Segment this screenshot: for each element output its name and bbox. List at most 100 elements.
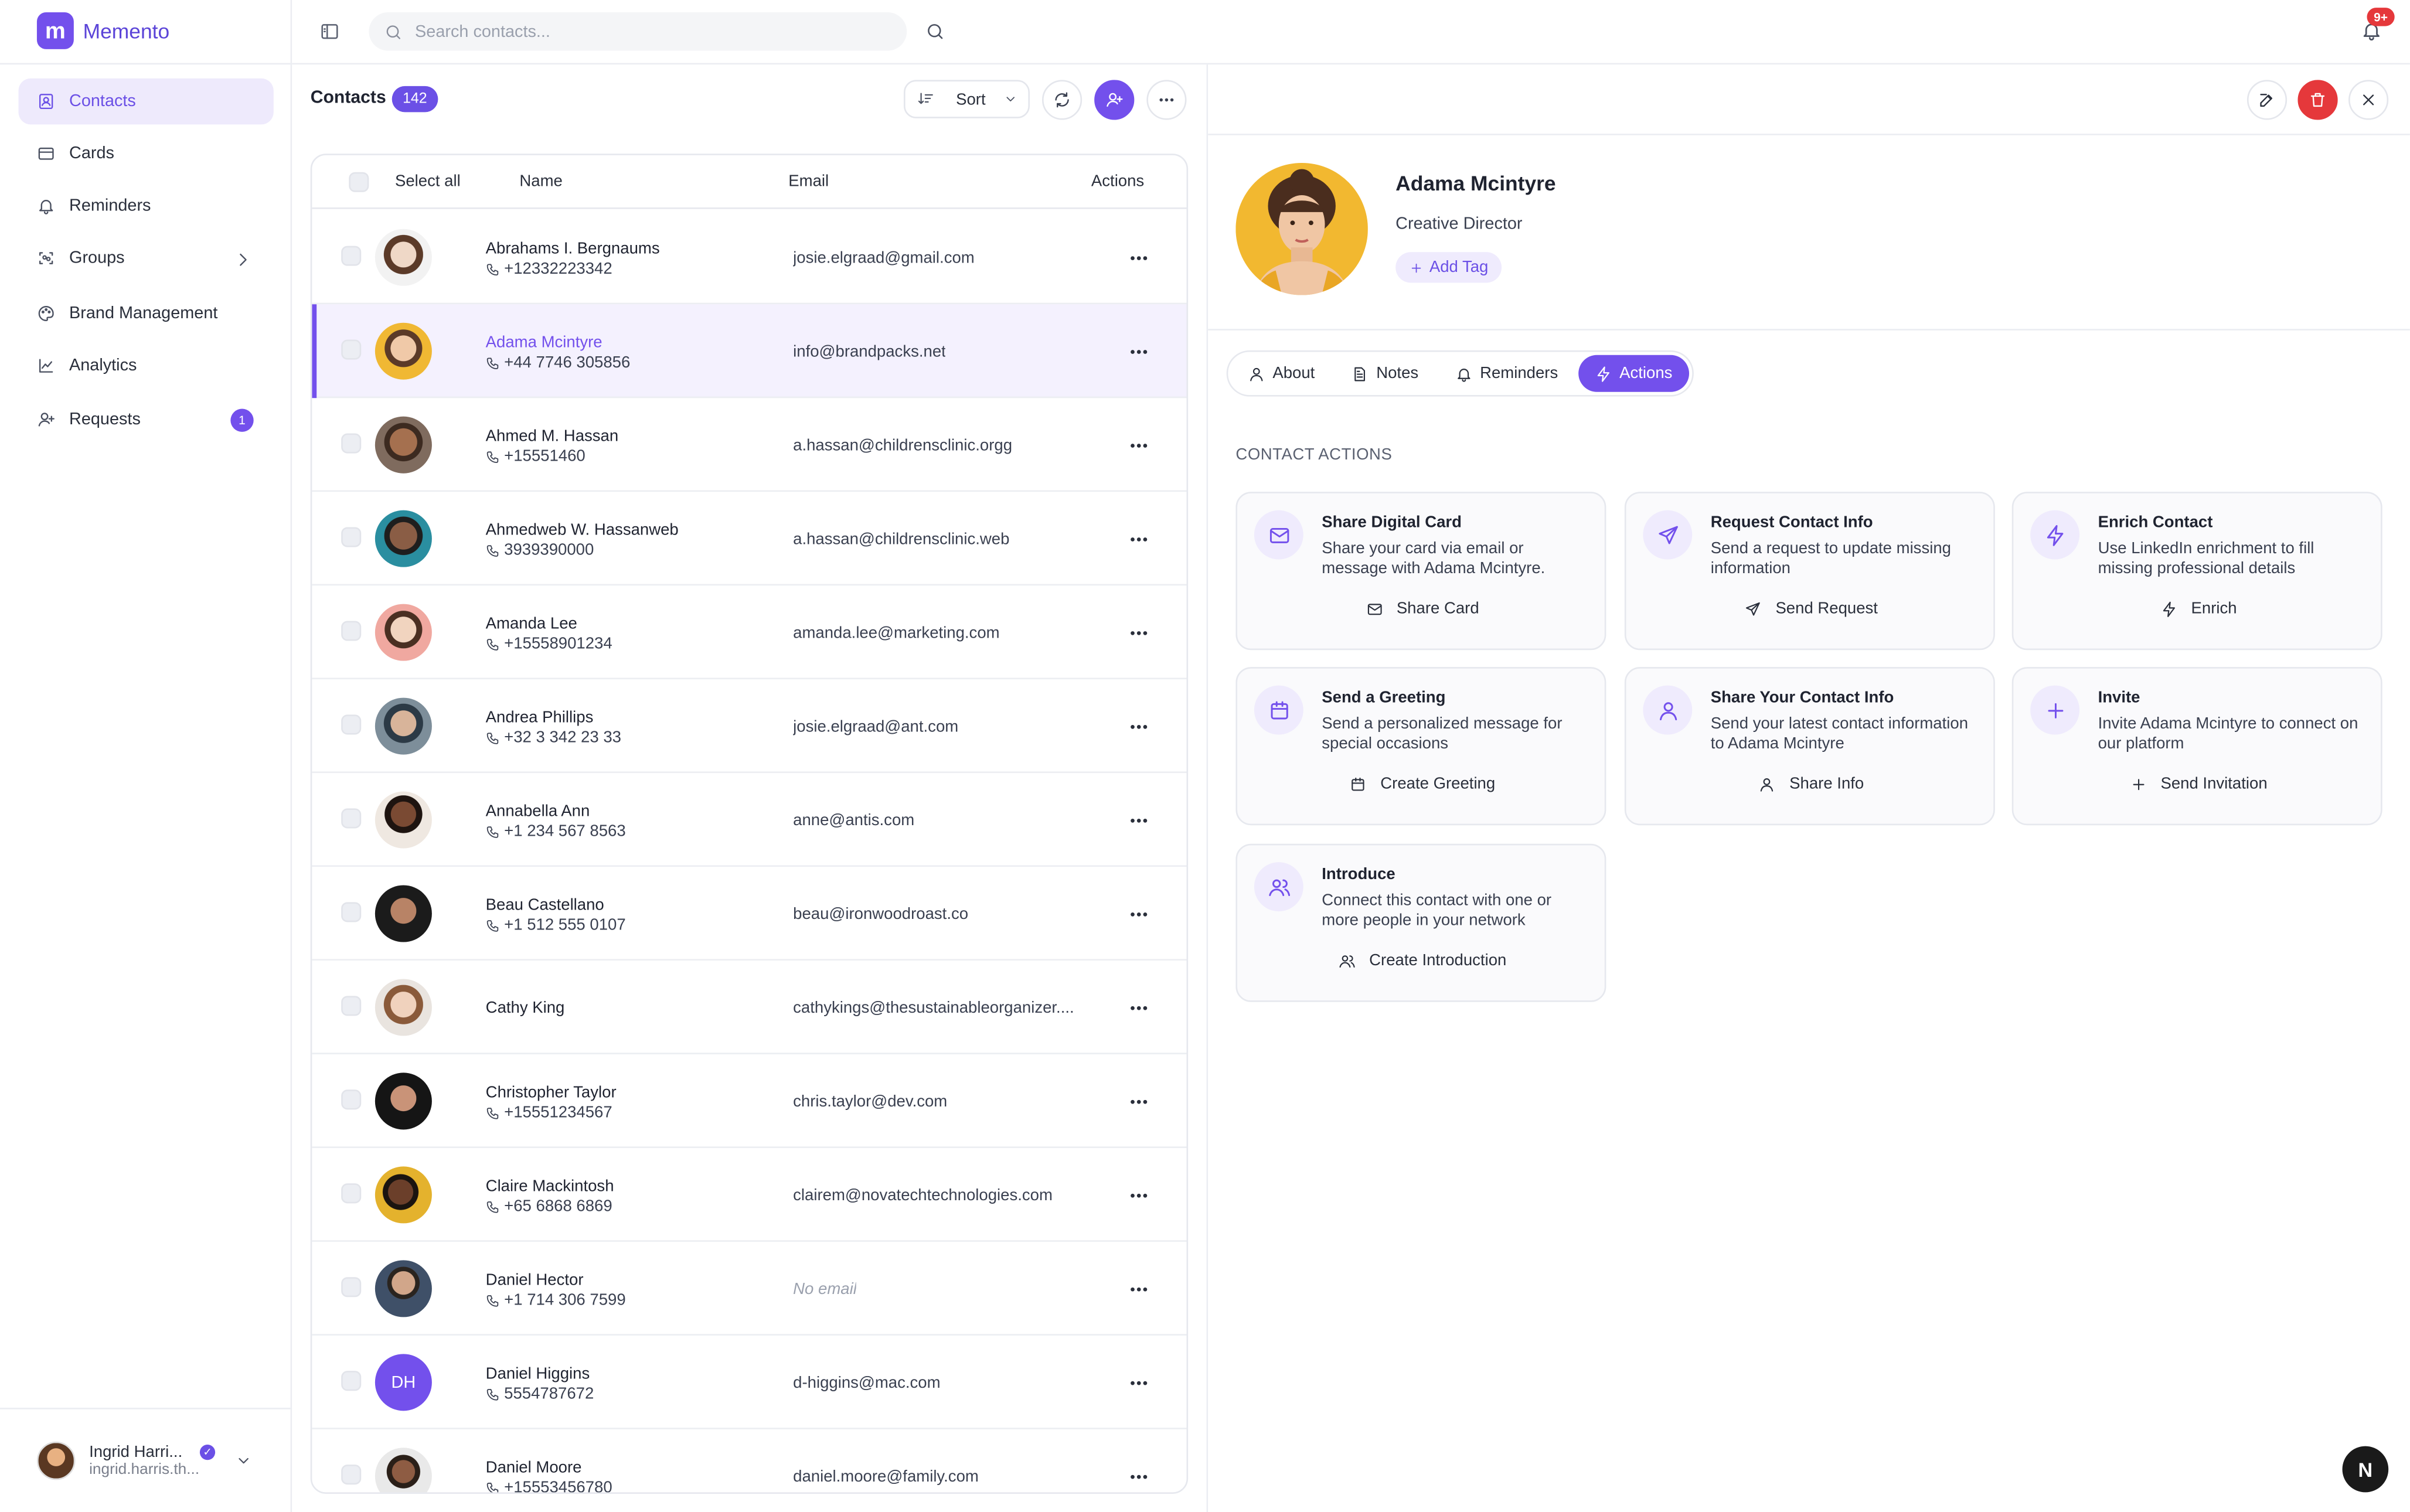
phone-text: +1 714 306 7599 <box>504 1290 626 1310</box>
send-invitation-button[interactable]: Send Invitation <box>2013 775 2384 793</box>
table-row[interactable]: Christopher Taylor +15551234567 chris.ta… <box>312 1054 1187 1148</box>
page-title: Contacts <box>310 89 386 108</box>
tab-label: Reminders <box>1480 364 1558 383</box>
more-horizontal-icon[interactable] <box>1128 810 1150 832</box>
search-input[interactable] <box>415 22 876 41</box>
row-checkbox[interactable] <box>341 1371 362 1391</box>
more-options-button[interactable] <box>1146 80 1187 120</box>
table-row[interactable]: Annabella Ann +1 234 567 8563 anne@antis… <box>312 773 1187 867</box>
sidebar-item-label: Analytics <box>69 356 137 375</box>
sidebar-item-brand-management[interactable]: Brand Management <box>18 291 273 337</box>
row-checkbox[interactable] <box>341 339 362 360</box>
more-horizontal-icon[interactable] <box>1128 904 1150 925</box>
tab-about[interactable]: About <box>1231 355 1332 392</box>
refresh-button[interactable] <box>1041 80 1083 120</box>
row-checkbox[interactable] <box>341 714 362 735</box>
table-row[interactable]: Ahmed M. Hassan +15551460 a.hassan@child… <box>312 398 1187 492</box>
app-logo[interactable]: m Memento <box>36 12 169 49</box>
contact-email: daniel.moore@family.com <box>793 1467 979 1486</box>
more-horizontal-icon[interactable] <box>1128 1279 1150 1300</box>
user-menu[interactable]: Ingrid Harri... ✓ ingrid.harris.th... <box>36 1441 267 1482</box>
row-checkbox[interactable] <box>341 527 362 547</box>
table-row[interactable]: Beau Castellano +1 512 555 0107 beau@iro… <box>312 867 1187 961</box>
portrait-image <box>1235 162 1368 295</box>
create-greeting-button[interactable]: Create Greeting <box>1237 775 1608 793</box>
more-horizontal-icon[interactable] <box>1128 247 1150 269</box>
add-contact-button[interactable] <box>1094 80 1135 120</box>
sidebar-item-label: Cards <box>69 144 114 163</box>
table-row[interactable]: Ahmedweb W. Hassanweb 3939390000 a.hassa… <box>312 492 1187 586</box>
close-button[interactable] <box>2348 80 2389 120</box>
table-row[interactable]: Abrahams I. Bergnaums +12332223342 josie… <box>312 210 1187 305</box>
sort-button[interactable]: Sort <box>903 80 1030 118</box>
more-horizontal-icon[interactable] <box>1128 1185 1150 1207</box>
contact-name: Daniel Moore <box>485 1458 582 1477</box>
sidebar-item-contacts[interactable]: Contacts <box>18 78 274 125</box>
palette-icon <box>38 305 54 321</box>
more-horizontal-icon[interactable] <box>1128 1373 1150 1394</box>
row-checkbox[interactable] <box>341 1183 362 1204</box>
row-checkbox[interactable] <box>341 1089 362 1110</box>
row-checkbox[interactable] <box>341 1465 362 1485</box>
tab-notes[interactable]: Notes <box>1335 355 1435 392</box>
more-horizontal-icon[interactable] <box>1128 435 1150 457</box>
search-bar <box>369 12 907 51</box>
add-tag-button[interactable]: Add Tag <box>1395 252 1502 283</box>
sidebar-item-cards[interactable]: Cards <box>18 131 273 177</box>
contact-email: clairem@novatechtechnologies.com <box>793 1186 1053 1205</box>
table-row[interactable]: Daniel Moore +15553456780 daniel.moore@f… <box>312 1429 1186 1493</box>
sidebar-item-analytics[interactable]: Analytics <box>18 343 273 389</box>
chart-icon <box>39 359 53 373</box>
sidebar-item-requests[interactable]: Requests 1 <box>18 397 273 443</box>
select-all-label[interactable]: Select all <box>395 172 461 190</box>
row-checkbox[interactable] <box>341 433 362 454</box>
share-card-button[interactable]: Share Card <box>1237 600 1608 618</box>
more-horizontal-icon[interactable] <box>1128 1091 1150 1113</box>
enrich-button[interactable]: Enrich <box>2013 600 2384 618</box>
verified-icon: ✓ <box>199 1445 216 1460</box>
row-checkbox[interactable] <box>341 902 362 922</box>
sidebar-toggle-icon[interactable] <box>319 22 339 42</box>
column-header-email[interactable]: Email <box>788 172 829 190</box>
card-description: Invite Adama Mcintyre to connect on our … <box>2098 714 2358 752</box>
contact-name: Beau Castellano <box>485 895 604 915</box>
table-row[interactable]: Cathy King cathykings@thesustainableorga… <box>312 961 1187 1054</box>
row-checkbox[interactable] <box>341 808 362 829</box>
more-horizontal-icon[interactable] <box>1128 341 1150 363</box>
more-horizontal-icon[interactable] <box>1128 529 1150 550</box>
more-horizontal-icon[interactable] <box>1128 1466 1150 1488</box>
row-checkbox[interactable] <box>341 1277 362 1298</box>
avatar <box>375 1166 432 1224</box>
sidebar-item-groups[interactable]: Groups <box>18 235 273 281</box>
table-row[interactable]: DH Daniel Higgins 5554787672 d-higgins@m… <box>312 1336 1187 1429</box>
table-row[interactable]: Adama Mcintyre +44 7746 305856 info@bran… <box>312 304 1187 399</box>
send-request-button[interactable]: Send Request <box>1626 600 1996 618</box>
create-introduction-button[interactable]: Create Introduction <box>1237 951 1608 970</box>
table-row[interactable]: Daniel Hector +1 714 306 7599 No email <box>312 1242 1187 1336</box>
phone-icon <box>486 451 499 462</box>
table-row[interactable]: Andrea Phillips +32 3 342 23 33 josie.el… <box>312 679 1187 774</box>
share-info-button[interactable]: Share Info <box>1626 775 1996 793</box>
table-row[interactable]: Amanda Lee +15558901234 amanda.lee@marke… <box>312 585 1187 680</box>
sidebar-item-reminders[interactable]: Reminders <box>18 183 273 229</box>
tab-actions[interactable]: Actions <box>1578 355 1690 392</box>
dev-tools-badge[interactable]: N <box>2342 1446 2389 1493</box>
tab-reminders[interactable]: Reminders <box>1438 355 1575 392</box>
phone-text: +1 512 555 0107 <box>504 915 626 935</box>
row-checkbox[interactable] <box>341 246 362 266</box>
more-horizontal-icon[interactable] <box>1128 997 1150 1019</box>
select-all-checkbox[interactable] <box>349 172 369 192</box>
contact-phone: +65 6868 6869 <box>486 1197 612 1215</box>
chevron-down-icon[interactable] <box>235 1452 252 1469</box>
more-horizontal-icon[interactable] <box>1128 716 1150 738</box>
row-checkbox[interactable] <box>341 996 362 1016</box>
table-row[interactable]: Claire Mackintosh +65 6868 6869 clairem@… <box>312 1148 1187 1242</box>
plus-icon <box>1411 263 1421 273</box>
row-checkbox[interactable] <box>341 621 362 641</box>
refresh-icon <box>1055 92 1069 108</box>
column-header-name[interactable]: Name <box>519 172 562 190</box>
edit-button[interactable] <box>2246 80 2288 120</box>
search-button-icon[interactable] <box>925 22 945 42</box>
delete-button[interactable] <box>2297 80 2338 120</box>
more-horizontal-icon[interactable] <box>1128 622 1150 644</box>
